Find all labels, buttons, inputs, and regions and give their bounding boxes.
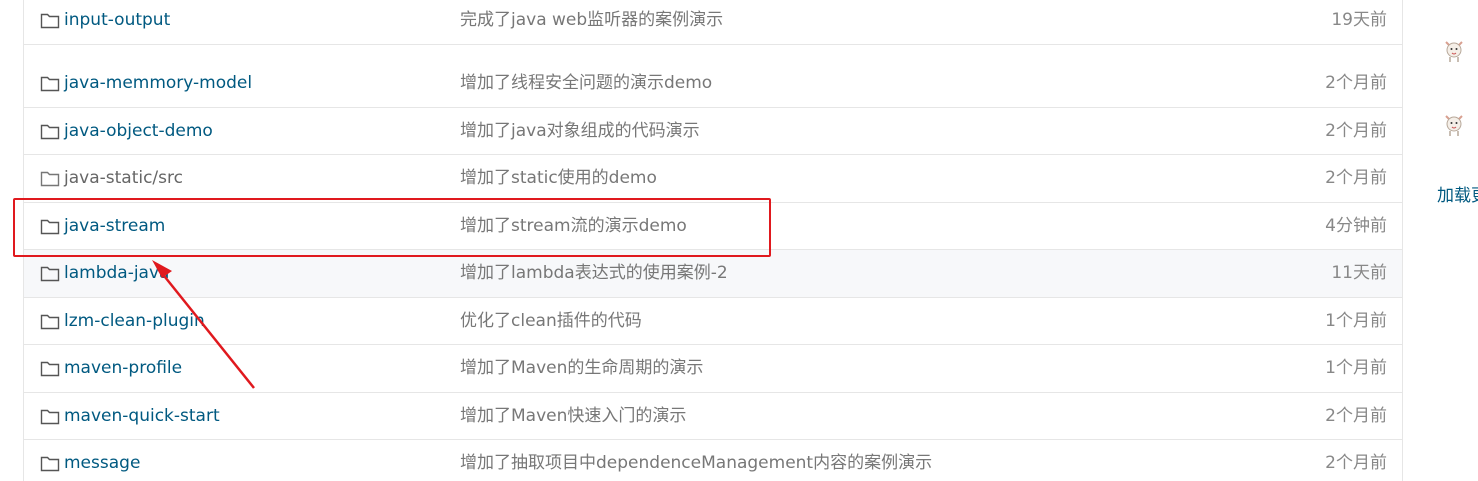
commit-message[interactable]: 增加了线程安全问题的演示demo <box>460 60 712 108</box>
folder-icon <box>40 455 60 472</box>
folder-icon <box>40 360 60 377</box>
folder-icon <box>40 170 60 187</box>
table-row[interactable]: java-static/src 增加了static使用的demo 2个月前 <box>24 155 1402 203</box>
commit-message[interactable]: 增加了static使用的demo <box>460 155 657 203</box>
folder-icon <box>40 123 60 140</box>
commit-time: 2个月前 <box>1325 73 1387 93</box>
commit-time: 19天前 <box>1331 10 1387 30</box>
table-row[interactable]: maven-profile 增加了Maven的生命周期的演示 1个月前 <box>24 345 1402 393</box>
file-list-table: input-output 完成了java web监听器的案例演示 19天前 ja… <box>23 0 1403 481</box>
contributor-avatar[interactable] <box>1441 110 1467 138</box>
commit-time: 11天前 <box>1331 263 1387 283</box>
folder-link[interactable]: input-output <box>64 0 170 45</box>
commit-time: 1个月前 <box>1325 358 1387 378</box>
table-row[interactable]: message 增加了抽取项目中dependenceManagement内容的案… <box>24 440 1402 481</box>
commit-message[interactable]: 增加了java对象组成的代码演示 <box>460 108 700 156</box>
table-row[interactable]: lzm-clean-plugin 优化了clean插件的代码 1个月前 <box>24 298 1402 346</box>
commit-time: 2个月前 <box>1325 120 1387 141</box>
commit-message[interactable]: 增加了抽取项目中dependenceManagement内容的案例演示 <box>460 440 932 481</box>
commit-time: 2个月前 <box>1325 168 1387 188</box>
folder-link[interactable]: message <box>64 440 140 481</box>
contributor-avatar[interactable] <box>1441 36 1467 64</box>
folder-link[interactable]: maven-profile <box>64 345 182 393</box>
commit-message[interactable]: 优化了clean插件的代码 <box>460 298 642 346</box>
folder-icon <box>40 313 60 330</box>
table-row[interactable]: java-object-demo 增加了java对象组成的代码演示 2个月前 <box>24 108 1402 156</box>
table-row[interactable]: java-stream 增加了stream流的演示demo 4分钟前 <box>24 203 1402 251</box>
commit-message[interactable]: 增加了stream流的演示demo <box>460 203 687 251</box>
table-row[interactable]: maven-quick-start 增加了Maven快速入门的演示 2个月前 <box>24 393 1402 441</box>
folder-link[interactable]: lzm-clean-plugin <box>64 298 205 346</box>
commit-message[interactable]: 完成了java web监听器的案例演示 <box>460 0 723 45</box>
folder-icon <box>40 75 60 92</box>
commit-time: 2个月前 <box>1325 405 1387 426</box>
folder-link[interactable]: java-memmory-model <box>64 60 252 108</box>
folder-icon <box>40 265 60 282</box>
table-row[interactable]: java-memmory-model 增加了线程安全问题的演示demo 2个月前 <box>24 60 1402 108</box>
folder-link[interactable]: java-object-demo <box>64 108 213 156</box>
folder-icon <box>40 218 60 235</box>
folder-link[interactable]: java-static/src <box>64 155 183 203</box>
folder-icon <box>40 12 60 29</box>
commit-message[interactable]: 增加了Maven快速入门的演示 <box>460 393 686 441</box>
folder-link[interactable]: java-stream <box>64 203 165 251</box>
folder-icon <box>40 408 60 425</box>
commit-time: 1个月前 <box>1325 310 1387 331</box>
load-more-link[interactable]: 加载更多 <box>1437 181 1478 206</box>
commit-time: 2个月前 <box>1325 453 1387 473</box>
commit-message[interactable]: 增加了Maven的生命周期的演示 <box>460 345 703 393</box>
folder-link[interactable]: lambda-java <box>64 250 169 298</box>
table-row[interactable]: input-output 完成了java web监听器的案例演示 19天前 <box>24 0 1402 45</box>
table-row[interactable]: lambda-java 增加了lambda表达式的使用案例-2 11天前 <box>24 250 1402 298</box>
commit-message[interactable]: 增加了lambda表达式的使用案例-2 <box>460 250 728 298</box>
commit-time: 4分钟前 <box>1325 215 1387 236</box>
folder-link[interactable]: maven-quick-start <box>64 393 220 441</box>
